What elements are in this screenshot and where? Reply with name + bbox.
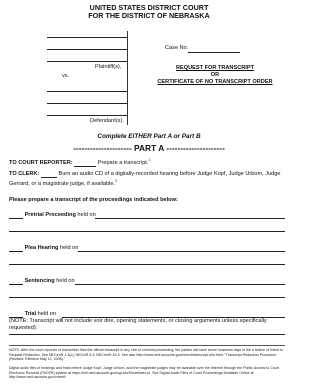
plaintiff-label: Plaintiff(s), xyxy=(95,64,122,70)
plea-extra-line[interactable] xyxy=(9,264,285,265)
caption-line-3[interactable] xyxy=(47,61,127,62)
proceeding-name: Pretrial Proceeding xyxy=(24,212,76,218)
to-court-reporter-label: TO COURT REPORTER: xyxy=(9,159,73,166)
request-title-line3: CERTIFICATE OF NO TRANSCRIPT ORDER xyxy=(157,79,273,85)
to-clerk-label: TO CLERK: xyxy=(9,171,40,177)
sentencing-checkbox[interactable] xyxy=(9,279,23,285)
complete-either-text: Complete EITHER Part A or Part B xyxy=(97,133,201,140)
caption-line-5[interactable] xyxy=(47,103,127,104)
vs-label: vs. xyxy=(62,73,70,79)
footnote-separator xyxy=(9,345,285,346)
proceeding-suffix: held on xyxy=(60,245,79,251)
proceeding-suffix: held on xyxy=(56,278,75,284)
request-title-line1: REQUEST FOR TRANSCRIPT xyxy=(175,65,254,71)
clerk-checkbox[interactable] xyxy=(40,172,57,178)
sentencing-extra-line[interactable] xyxy=(9,297,285,298)
to-clerk-row: TO CLERK: Burn an audio CD of a digitall… xyxy=(9,171,281,187)
plea-checkbox[interactable] xyxy=(9,246,23,252)
caption-line-6[interactable] xyxy=(47,115,127,116)
caption-line-4[interactable] xyxy=(47,91,127,92)
footnote-ref-2: 2 xyxy=(115,178,118,183)
trial-extra-line[interactable] xyxy=(9,334,285,335)
defendant-label: Defendant(s). xyxy=(90,118,124,124)
caption-line-1[interactable] xyxy=(47,37,127,38)
court-reporter-checkbox[interactable] xyxy=(74,161,97,167)
footnote-2: Digital audio files of hearings and tria… xyxy=(9,366,280,380)
caption-line-2[interactable] xyxy=(47,49,127,50)
caption-bracket xyxy=(127,31,128,125)
sentencing-date-field[interactable] xyxy=(75,284,285,285)
part-a-heading: --------------------- PART A -----------… xyxy=(73,143,225,153)
request-title-line2: OR xyxy=(210,72,220,78)
proceeding-name: Plea Hearing xyxy=(24,245,59,251)
footnote-ref-1: 1 xyxy=(148,158,151,162)
pretrial-date-field[interactable] xyxy=(95,218,285,219)
proceeding-suffix: held on xyxy=(77,212,96,218)
district-title: FOR THE DISTRICT OF NEBRASKA xyxy=(88,11,210,20)
note-text: (NOTE: Transcript will not include voir … xyxy=(9,318,267,331)
case-no-field[interactable] xyxy=(188,52,240,53)
pretrial-checkbox[interactable] xyxy=(9,213,23,219)
court-reporter-row: TO COURT REPORTER: Prepare a transcript.… xyxy=(9,157,150,167)
case-no-label: Case No. xyxy=(165,45,189,51)
proceeding-name: Sentencing xyxy=(24,278,55,284)
prepare-transcript-text: Prepare a transcript. xyxy=(97,159,149,166)
proceedings-heading: Please prepare a transcript of the proce… xyxy=(9,197,178,203)
plea-date-field[interactable] xyxy=(78,251,285,252)
proceeding-name: Trial xyxy=(24,311,37,317)
pretrial-extra-line[interactable] xyxy=(9,231,285,232)
footnote-1: NOTE: After the court reporter or transc… xyxy=(9,348,283,362)
trial-checkbox[interactable] xyxy=(9,312,23,318)
proceeding-suffix: held on xyxy=(37,311,56,317)
